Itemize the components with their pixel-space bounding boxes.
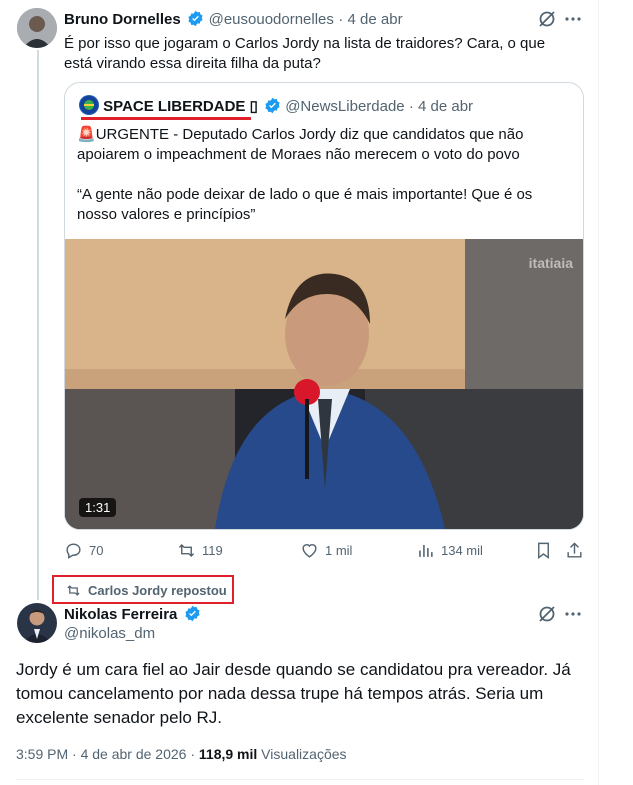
tweet2-author-name[interactable]: Nikolas Ferreira <box>64 606 177 623</box>
reply-count: 70 <box>89 543 104 558</box>
siren-emoji-icon: 🚨 <box>77 126 96 143</box>
like-count: 1 mil <box>325 543 353 558</box>
reply-button[interactable]: 70 <box>64 541 103 560</box>
tweet2-timestamp[interactable]: 3:59 PM · 4 de abr de 2026 · <box>16 746 195 762</box>
tweet2-handle[interactable]: @nikolas_dm <box>64 625 155 642</box>
quote-text-line1: URGENTE - Deputado Carlos Jordy diz que … <box>77 126 524 163</box>
more-options-icon[interactable] <box>563 604 583 624</box>
quote-text: 🚨URGENTE - Deputado Carlos Jordy diz que… <box>77 125 567 225</box>
tweet2-views-count: 118,9 mil <box>198 746 258 762</box>
video-watermark: itatiaia <box>528 255 573 271</box>
tweet2-views-label: Visualizações <box>261 746 347 762</box>
tweet1-time[interactable]: · 4 de abr <box>338 11 402 28</box>
tweet1-action-bar: 70 119 1 mil 134 mil <box>64 541 584 563</box>
verified-badge-icon <box>265 97 280 114</box>
tweet2-header: Nikolas Ferreira <box>64 605 201 624</box>
quote-author-name[interactable]: SPACE LIBERDADE ▯ <box>103 98 258 115</box>
heart-icon <box>302 544 317 558</box>
quote-header: SPACE LIBERDADE ▯ @NewsLiberdade · 4 de … <box>79 95 473 115</box>
column-border <box>598 0 599 785</box>
quoted-tweet-card[interactable]: SPACE LIBERDADE ▯ @NewsLiberdade · 4 de … <box>64 82 584 530</box>
grok-icon[interactable] <box>537 9 557 29</box>
views-count: 134 mil <box>441 543 483 558</box>
tweet1-handle[interactable]: @eusouodornelles <box>209 11 334 28</box>
analytics-icon <box>419 544 433 557</box>
repost-icon <box>178 543 195 558</box>
video-thumbnail <box>65 239 583 529</box>
like-button[interactable]: 1 mil <box>300 541 352 560</box>
views-button[interactable]: 134 mil <box>416 541 483 560</box>
tweet2-text: Jordy é um cara fiel ao Jair desde quand… <box>16 660 571 727</box>
avatar-bruno[interactable] <box>17 8 57 48</box>
bookmark-button[interactable] <box>534 541 553 560</box>
highlight-underline <box>81 117 251 120</box>
repost-icon <box>67 585 80 596</box>
quote-time[interactable]: · 4 de abr <box>409 98 473 115</box>
tweet1-author-name[interactable]: Bruno Dornelles <box>64 11 181 28</box>
repost-count: 119 <box>202 543 223 558</box>
tweet2-meta: 3:59 PM · 4 de abr de 2026 · 118,9 mil V… <box>16 746 347 762</box>
video-duration: 1:31 <box>79 498 117 517</box>
tweet1-text: É por isso que jogaram o Carlos Jordy na… <box>64 35 546 72</box>
space-liberdade-avatar[interactable] <box>79 95 99 115</box>
verified-badge-icon <box>188 10 203 27</box>
repost-banner[interactable]: Carlos Jordy repostou <box>66 583 227 598</box>
quote-text-line2: “A gente não pode deixar de lado o que é… <box>77 186 533 223</box>
video-player[interactable]: itatiaia 1:31 <box>65 239 583 529</box>
share-button[interactable] <box>565 541 584 560</box>
share-icon <box>567 542 582 558</box>
divider <box>16 779 584 780</box>
quote-handle[interactable]: @NewsLiberdade <box>285 98 404 115</box>
avatar-nikolas[interactable] <box>17 603 57 643</box>
reply-icon <box>66 543 81 559</box>
tweet1-header: Bruno Dornelles @eusouodornelles · 4 de … <box>64 10 584 29</box>
grok-icon[interactable] <box>537 604 557 624</box>
repost-button[interactable]: 119 <box>177 541 223 560</box>
more-options-icon[interactable] <box>563 9 583 29</box>
bookmark-icon <box>538 542 549 560</box>
thread-connector-line <box>37 50 39 600</box>
repost-banner-text: Carlos Jordy repostou <box>88 583 227 598</box>
verified-badge-icon <box>185 605 200 622</box>
